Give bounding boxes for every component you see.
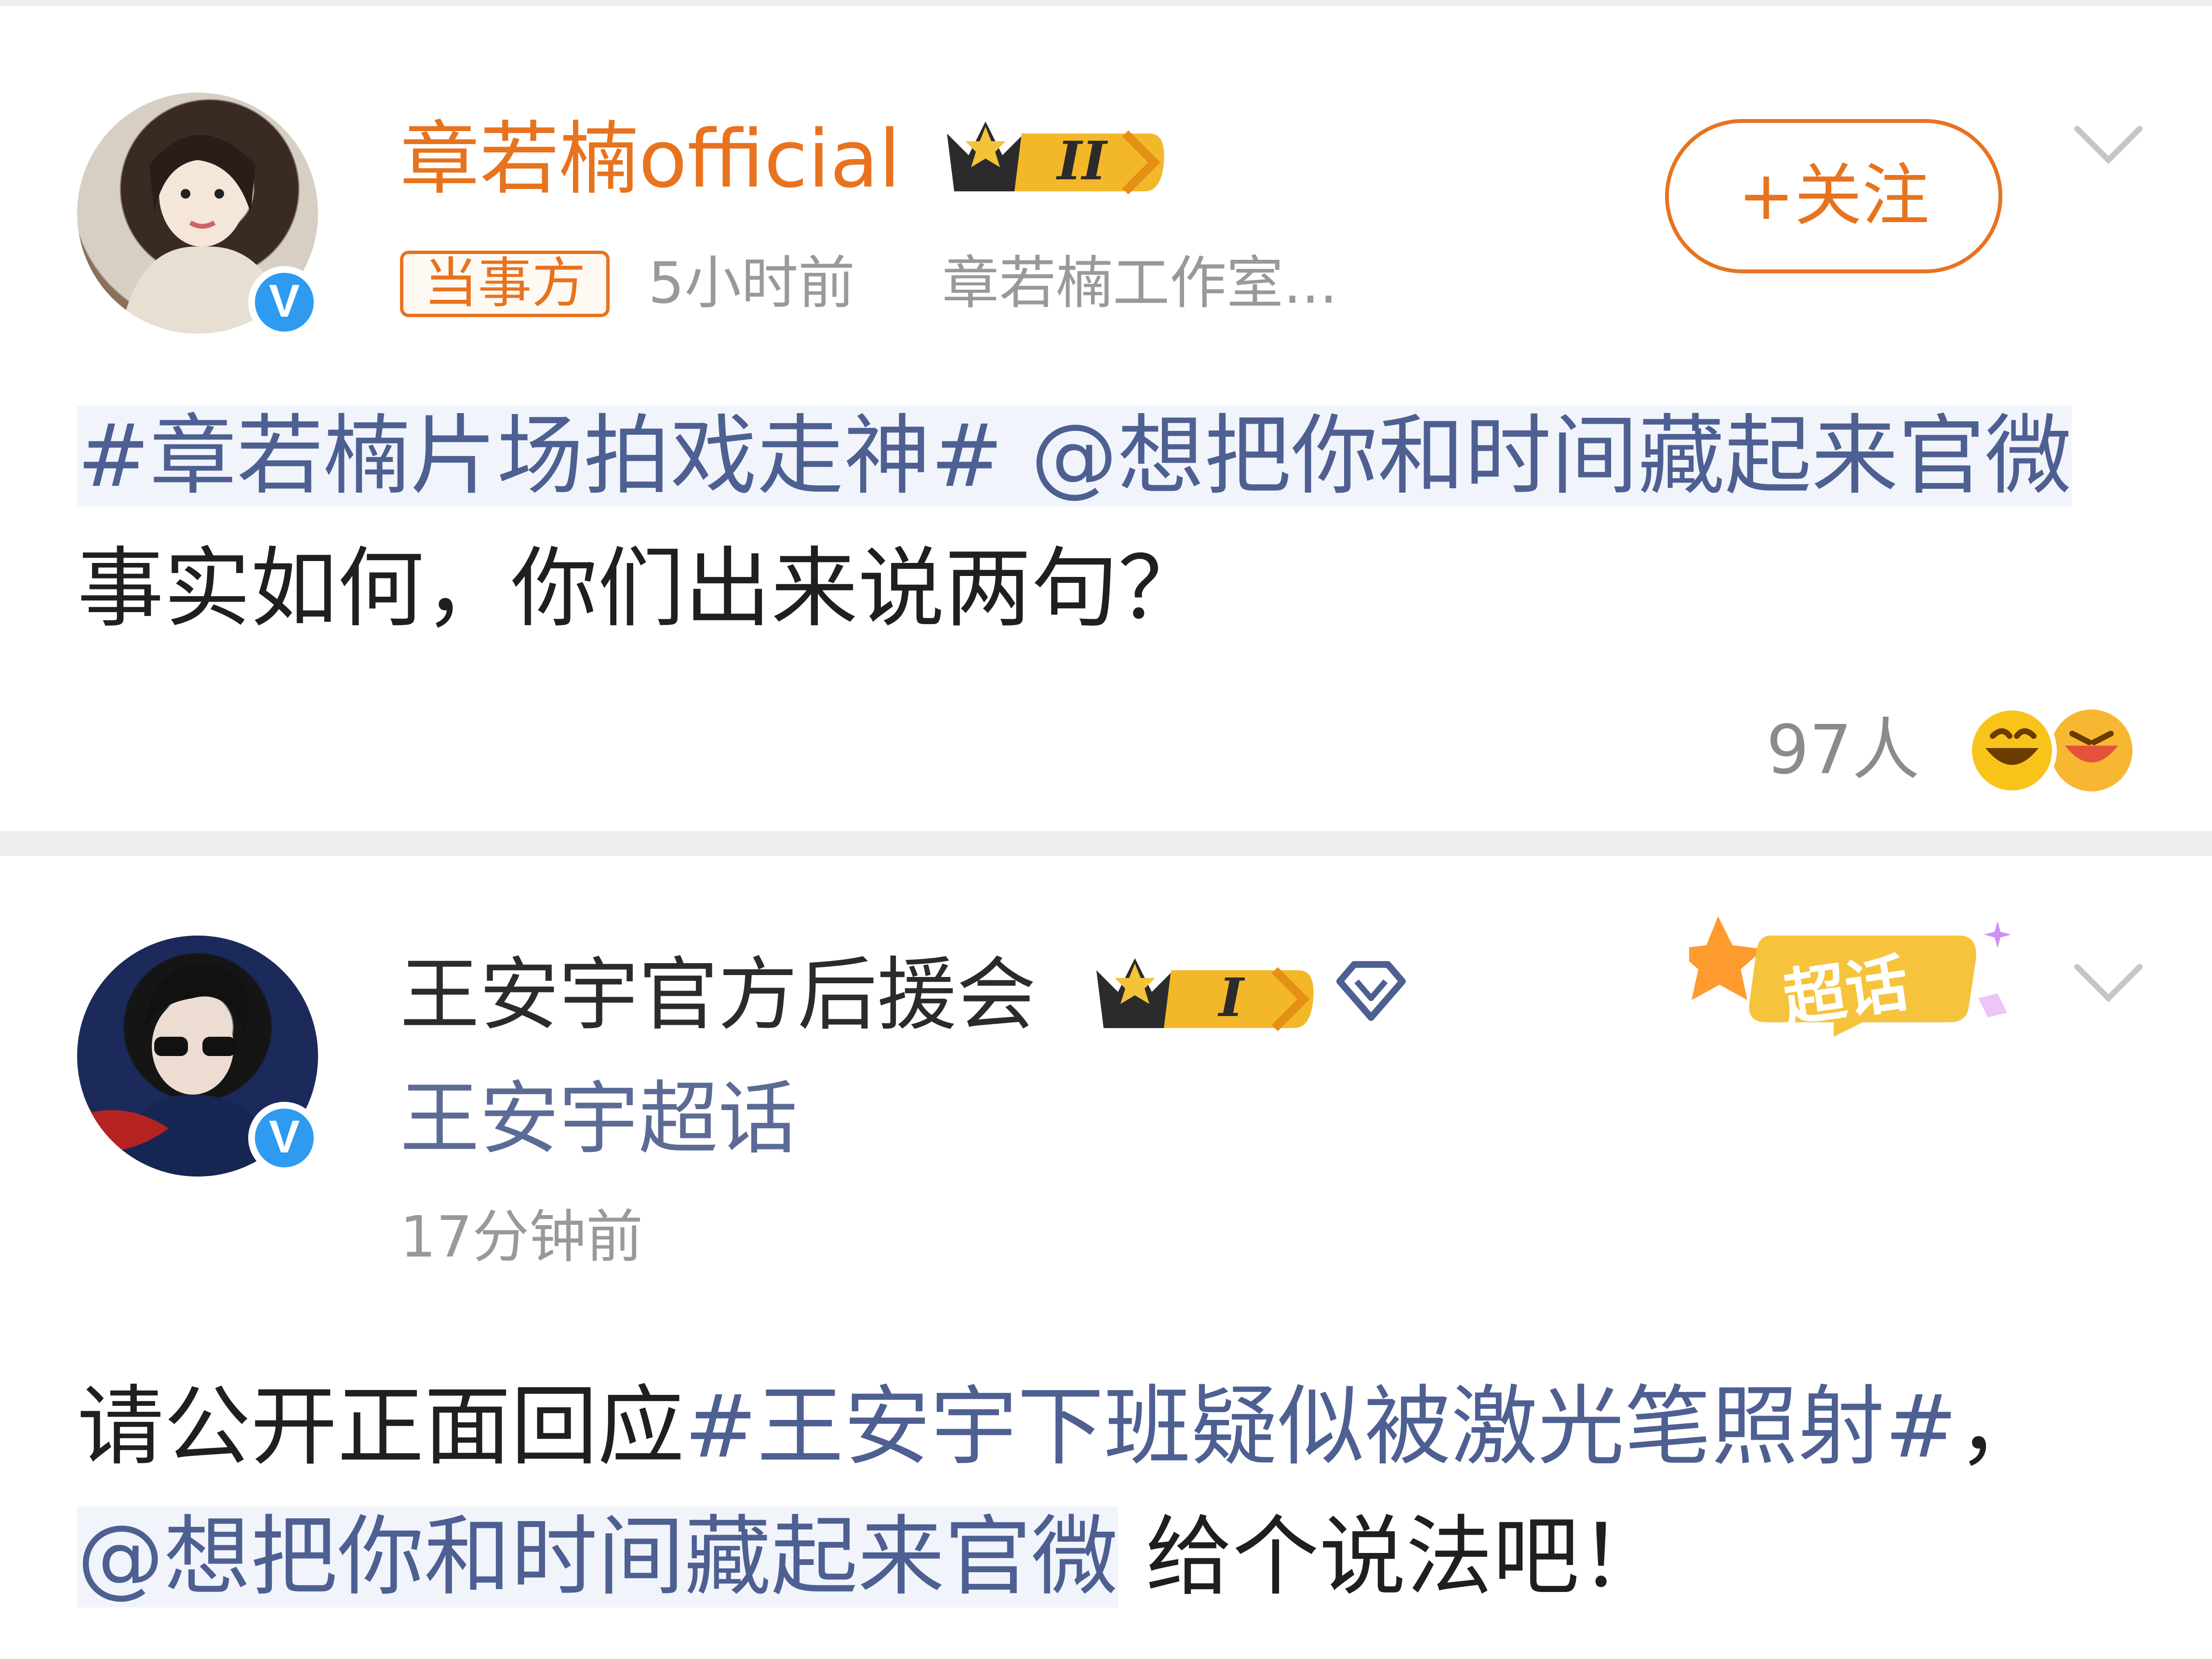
mention-link[interactable]: @想把你和时间藏起来官微 — [1003, 406, 2072, 507]
follow-button[interactable]: +关注 — [1665, 119, 2002, 273]
post-text-line: @想把你和时间藏起来官微 给个说法吧！ — [77, 1492, 1666, 1622]
feed-post: V 王安宇官方后援会 I 王安宇超话 17分钟前 超话 请公开正面回应#王安宇下… — [0, 856, 2212, 1659]
reactions-count[interactable]: 97人 — [1766, 707, 1919, 794]
post-time: 17分钟前 — [400, 1204, 643, 1270]
chevron-down-icon[interactable] — [2070, 119, 2147, 172]
post-text: ， — [1957, 1377, 2044, 1477]
post-text-line: 事实如何，你们出来说两句？ — [77, 538, 1205, 639]
mention-link[interactable]: @想把你和时间藏起来官微 — [77, 1507, 1119, 1607]
diamond-icon[interactable] — [1330, 952, 1412, 1030]
chevron-down-icon[interactable] — [2070, 957, 2147, 1010]
hashtag-link[interactable]: #章若楠片场拍戏走神# — [77, 406, 1003, 507]
author-name[interactable]: 王安宇官方后援会 — [400, 947, 1036, 1043]
author-name[interactable]: 章若楠official — [400, 111, 901, 207]
feed-post: V 章若楠official II 当事方 5小时前 章若楠工作室... +关注 … — [0, 6, 2212, 831]
post-text: 给个说法吧！ — [1118, 1507, 1666, 1607]
verified-icon: V — [248, 266, 320, 338]
top-gap — [0, 0, 2212, 6]
post-divider — [0, 831, 2212, 856]
post-time: 5小时前 — [648, 250, 855, 316]
party-badge: 当事方 — [400, 251, 610, 317]
post-source[interactable]: 章若楠工作室... — [942, 247, 1338, 319]
verified-icon: V — [248, 1102, 320, 1174]
crown-badge-icon[interactable]: I — [1092, 951, 1318, 1038]
post-text: 请公开正面回应 — [77, 1377, 685, 1477]
crown-badge-icon[interactable]: II — [942, 114, 1169, 201]
laugh-emoji-icon[interactable] — [1961, 700, 2135, 796]
supertopic-link[interactable]: 王安宇超话 — [400, 1070, 798, 1167]
post-text-line: #章若楠片场拍戏走神# @想把你和时间藏起来官微 — [77, 391, 2072, 522]
level-badge-text: I — [1217, 966, 1245, 1029]
hashtag-link[interactable]: #王安宇下班疑似被激光笔照射# — [684, 1377, 1958, 1477]
level-badge-text: II — [1056, 130, 1108, 192]
post-text-line: 请公开正面回应#王安宇下班疑似被激光笔照射#， — [77, 1362, 2044, 1492]
